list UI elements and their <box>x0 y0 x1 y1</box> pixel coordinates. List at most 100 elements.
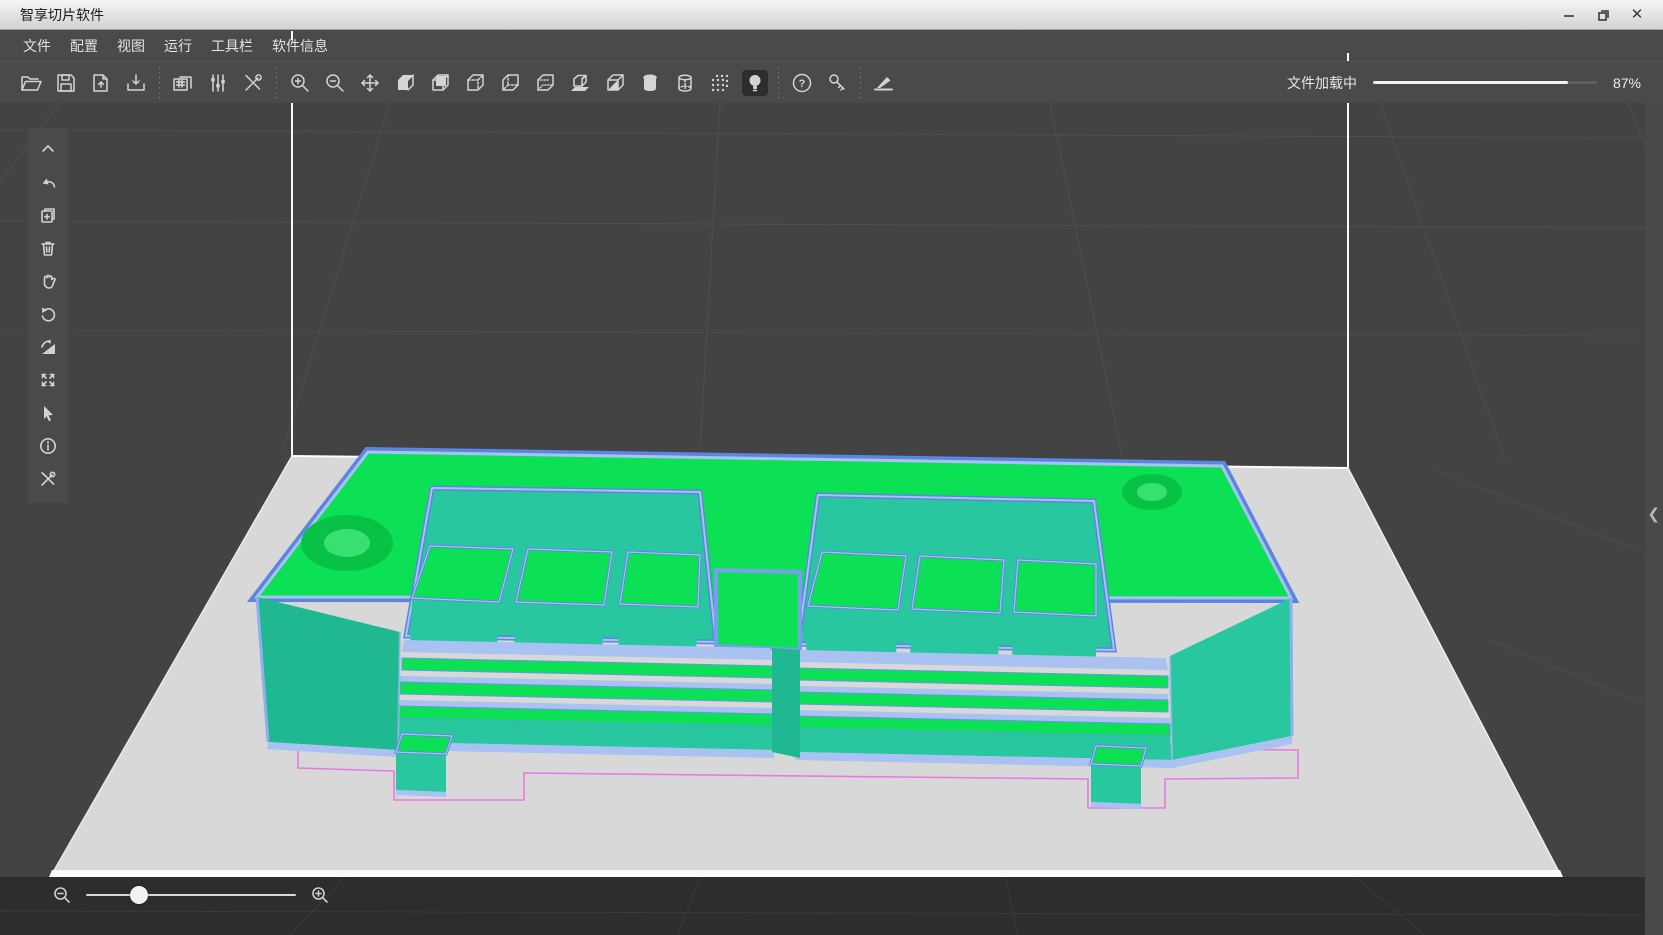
viewport-edge-tick <box>291 31 293 40</box>
model-louvers-left <box>398 658 772 726</box>
model-compartments-right <box>806 552 1096 662</box>
window-controls: ✕ <box>1557 3 1663 27</box>
move-arrows-icon <box>358 71 382 95</box>
key-icon <box>825 71 849 95</box>
duplicate-button[interactable] <box>28 198 68 231</box>
printer-panel-button[interactable] <box>170 70 196 96</box>
cube-diagonal-icon <box>603 71 627 95</box>
menu-about[interactable]: 软件信息 <box>272 36 328 56</box>
zoom-out-icon <box>323 71 347 95</box>
menu-toolbar[interactable]: 工具栏 <box>211 36 253 56</box>
scale-triangle-icon <box>38 337 58 357</box>
menu-file[interactable]: 文件 <box>23 36 51 56</box>
printer-panel-icon <box>171 71 195 95</box>
cube-sheet-icon <box>428 71 452 95</box>
view-cylinder-dashed-button[interactable] <box>672 70 698 96</box>
menu-run[interactable]: 运行 <box>164 36 192 56</box>
menu-config[interactable]: 配置 <box>70 36 98 56</box>
info-button[interactable] <box>28 429 68 462</box>
view-cube-bottom-dotted-button[interactable] <box>532 70 558 96</box>
title-bar: 智享切片软件 ✕ <box>0 0 1663 30</box>
crossed-tools-icon <box>38 469 58 489</box>
restore-icon <box>1596 7 1611 22</box>
zoom-slider-handle[interactable] <box>130 886 148 904</box>
export-file-button[interactable] <box>88 70 114 96</box>
menu-view[interactable]: 视图 <box>117 36 145 56</box>
progress-label: 文件加载中 <box>1287 73 1357 93</box>
repair-tools-button[interactable] <box>28 462 68 495</box>
toolbar-help-group: ? <box>789 70 850 96</box>
save-floppy-icon <box>54 71 78 95</box>
rotate-ccw-icon <box>38 304 58 324</box>
viewport-zoom-bar <box>52 885 330 905</box>
view-cube-hidden-dashed-button[interactable] <box>497 70 523 96</box>
open-folder-icon <box>19 71 43 95</box>
license-key-button[interactable] <box>824 70 850 96</box>
zoom-in-button[interactable] <box>287 70 313 96</box>
toolbar-view-group <box>287 70 768 96</box>
collapse-tools-button[interactable] <box>28 132 68 165</box>
view-cube-sheet-button[interactable] <box>427 70 453 96</box>
delete-button[interactable] <box>28 231 68 264</box>
zoom-out-slider-icon[interactable] <box>52 885 72 905</box>
select-cursor-button[interactable] <box>28 396 68 429</box>
zoom-in-icon <box>288 71 312 95</box>
cube-hidden-dashed-icon <box>498 71 522 95</box>
undo-button[interactable] <box>28 165 68 198</box>
view-cube-diagonal-button[interactable] <box>602 70 628 96</box>
view-cube-base-plane-button[interactable] <box>567 70 593 96</box>
zoom-in-slider-icon[interactable] <box>310 885 330 905</box>
draw-pen-button[interactable] <box>871 70 897 96</box>
cube-front-dashed-icon <box>463 71 487 95</box>
import-file-button[interactable] <box>123 70 149 96</box>
toolbar-file-group <box>18 70 149 96</box>
save-file-button[interactable] <box>53 70 79 96</box>
viewport-edge-tick <box>1347 53 1349 61</box>
cube-solid-icon <box>393 71 417 95</box>
tools-button[interactable] <box>240 70 266 96</box>
pen-blade-icon <box>872 71 896 95</box>
cursor-arrow-icon <box>38 403 58 423</box>
mirror-scale-button[interactable] <box>28 330 68 363</box>
view-cube-solid-button[interactable] <box>392 70 418 96</box>
zoom-out-button[interactable] <box>322 70 348 96</box>
zoom-slider-track[interactable] <box>86 894 296 896</box>
move-button[interactable] <box>357 70 383 96</box>
close-icon: ✕ <box>1631 7 1644 22</box>
model-louvers-right <box>795 668 1170 736</box>
tune-sliders-button[interactable] <box>205 70 231 96</box>
help-button[interactable]: ? <box>789 70 815 96</box>
right-panel-toggle[interactable]: ❮ <box>1647 507 1660 522</box>
fit-view-button[interactable] <box>28 363 68 396</box>
menu-bar: 文件 配置 视图 运行 工具栏 软件信息 <box>0 30 1663 61</box>
rotate-button[interactable] <box>28 297 68 330</box>
progress-fill <box>1373 81 1568 84</box>
cylinder-icon <box>638 71 662 95</box>
restore-button[interactable] <box>1591 3 1615 27</box>
model-compartments-left <box>410 546 700 655</box>
viewport-3d[interactable]: ❮ <box>0 103 1663 935</box>
view-cylinder-button[interactable] <box>637 70 663 96</box>
trash-icon <box>38 238 58 258</box>
viewport-3d-scene[interactable] <box>0 103 1663 935</box>
download-tray-icon <box>124 71 148 95</box>
zoom-slider[interactable] <box>86 886 296 904</box>
toolbar-separator <box>860 67 861 99</box>
minimize-button[interactable] <box>1557 3 1581 27</box>
copy-plus-icon <box>38 205 58 225</box>
viewport-tool-column <box>28 128 68 503</box>
minimize-icon <box>1562 8 1576 22</box>
light-toggle-button[interactable] <box>742 70 768 96</box>
expand-arrows-icon <box>38 370 58 390</box>
toolbar-separator <box>778 67 779 99</box>
undo-arrow-icon <box>38 172 58 192</box>
progress-percent: 87% <box>1613 75 1641 91</box>
pan-hand-button[interactable] <box>28 264 68 297</box>
close-button[interactable]: ✕ <box>1625 3 1649 27</box>
progress-bar <box>1373 81 1597 84</box>
view-cube-front-dashed-button[interactable] <box>462 70 488 96</box>
open-file-button[interactable] <box>18 70 44 96</box>
view-points-button[interactable] <box>707 70 733 96</box>
toolbar-separator <box>159 67 160 99</box>
toolbar-machine-group <box>170 70 266 96</box>
